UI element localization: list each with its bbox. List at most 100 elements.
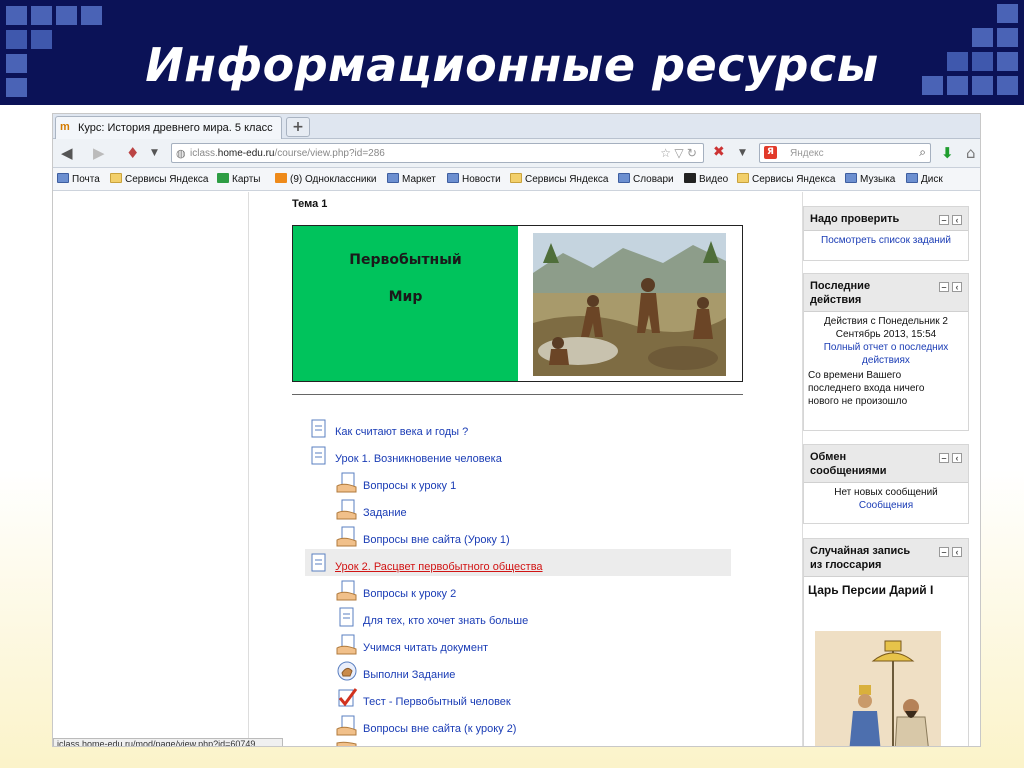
dock-icon[interactable]: ‹ — [952, 215, 962, 225]
bookmark-label: Словари — [633, 174, 674, 185]
bookmark-market[interactable]: Маркет — [387, 173, 436, 185]
download-icon[interactable]: ⬇ — [941, 144, 954, 162]
collapse-icon[interactable]: – — [939, 547, 949, 557]
block-body: Посмотреть список заданий — [804, 231, 968, 251]
bookmark-dictionaries[interactable]: Словари — [618, 173, 674, 185]
quiz-icon — [338, 688, 358, 707]
tab-bar: m Курс: История древнего мира. 5 класс + — [53, 114, 980, 139]
note-line-1: Со времени Вашего — [808, 370, 902, 381]
bookmark-label: (9) Одноклассники — [290, 174, 377, 185]
address-bar[interactable]: ◍ iclass.home-edu.ru/course/view.php?id=… — [171, 143, 704, 163]
play-icon — [845, 173, 857, 183]
dock-icon[interactable]: ‹ — [952, 547, 962, 557]
decor-square — [997, 4, 1018, 23]
chevron-down-icon[interactable]: ▼ — [151, 148, 158, 158]
new-tab-button[interactable]: + — [286, 117, 310, 137]
page-icon — [311, 553, 326, 572]
since-line-1: Действия с Понедельник 2 — [824, 316, 948, 327]
block-header: Обмен сообщениями – ‹ — [804, 445, 968, 483]
url-prefix: iclass. — [190, 148, 218, 159]
resource-link[interactable]: Вопросы к уроку 1 — [363, 480, 456, 492]
resource-link[interactable]: Учимся читать документ — [363, 642, 488, 654]
status-bar: iclass.home-edu.ru/mod/page/view.php?id=… — [53, 738, 283, 746]
forum-icon — [336, 580, 357, 601]
yandex-icon: Я — [764, 146, 777, 159]
home-icon[interactable]: ⌂ — [966, 144, 976, 162]
resource-link[interactable]: Вопросы к уроку 2 — [363, 588, 456, 600]
resource-link[interactable]: Урок 1. Возникновение человека — [335, 453, 502, 465]
messages-link[interactable]: Сообщения — [808, 499, 964, 512]
left-column — [53, 192, 249, 746]
forward-arrow-icon[interactable]: ▶ — [93, 144, 105, 162]
bookmark-yandex-services[interactable]: Сервисы Яндекса — [110, 173, 208, 185]
bookmark-label: Видео — [699, 174, 729, 185]
collapse-icon[interactable]: – — [939, 282, 949, 292]
bookmark-yandex-services[interactable]: Сервисы Яндекса — [510, 173, 608, 185]
resource-link-active[interactable]: Урок 2. Расцвет первобытного общества — [335, 561, 543, 573]
globe-icon: ◍ — [176, 148, 186, 160]
block-messages: Обмен сообщениями – ‹ Нет новых сообщений… — [803, 444, 969, 524]
resource-link[interactable]: Для тех, кто хочет знать больше — [363, 615, 528, 627]
page-icon — [311, 419, 326, 438]
forum-icon — [336, 634, 357, 655]
forum-icon — [336, 715, 357, 736]
bookmark-label: Сервисы Яндекса — [752, 174, 836, 185]
resource-link[interactable]: Вопросы вне сайта (Уроку 1) — [363, 534, 510, 546]
assignments-list-link[interactable]: Посмотреть список заданий — [821, 235, 951, 246]
block-controls: – ‹ — [936, 451, 962, 465]
resource-link[interactable]: Вопросы вне сайта (к уроку 2) — [363, 723, 516, 735]
full-report-link-line-1[interactable]: Полный отчет о последних — [808, 341, 964, 354]
collapse-icon[interactable]: – — [939, 453, 949, 463]
block-header: Надо проверить – ‹ — [804, 207, 968, 231]
decor-square — [56, 6, 77, 25]
bookmark-odnoklassniki[interactable]: (9) Одноклассники — [275, 173, 376, 185]
search-placeholder: Яндекс — [790, 148, 824, 159]
bookmark-video[interactable]: Видео — [684, 173, 728, 185]
block-title-line-2: из глоссария — [810, 559, 882, 571]
forum-icon — [336, 741, 357, 746]
stop-icon[interactable]: ✖ — [713, 144, 725, 160]
folder-icon — [510, 173, 522, 183]
block-title: Надо проверить — [810, 213, 900, 225]
block-title-line-1: Случайная запись — [810, 545, 911, 557]
course-page: Тема 1 Первобытный Мир Как считают века … — [53, 192, 980, 746]
bookmark-maps[interactable]: Карты — [217, 173, 261, 185]
bookmark-disk[interactable]: Диск — [906, 173, 943, 185]
navigation-bar: ◀ ▶ ♦ ▼ ◍ iclass.home-edu.ru/course/view… — [53, 139, 980, 168]
collapse-icon[interactable]: – — [939, 215, 949, 225]
dock-icon[interactable]: ‹ — [952, 453, 962, 463]
extension-icon[interactable]: ♦ — [126, 144, 139, 162]
primitive-people-illustration — [533, 233, 726, 376]
url-path: /course/view.php?id=286 — [274, 148, 385, 159]
full-report-link-line-2[interactable]: действиях — [808, 354, 964, 367]
block-recent-activity: Последние действия – ‹ Действия с Понедел… — [803, 273, 969, 431]
folder-icon — [110, 173, 122, 183]
search-icon[interactable]: ⌕ — [919, 145, 926, 160]
resource-link[interactable]: Задание — [363, 507, 407, 519]
assignment-icon — [337, 661, 357, 681]
bookmark-music[interactable]: Музыка — [845, 173, 895, 185]
glossary-entry-title: Царь Персии Дарий I — [808, 583, 934, 597]
resource-link[interactable]: Тест - Первобытный человек — [363, 696, 511, 708]
bookmark-mail[interactable]: Почта — [57, 173, 100, 185]
dock-icon[interactable]: ‹ — [952, 282, 962, 292]
no-messages-text: Нет новых сообщений — [834, 487, 938, 498]
bookmark-news[interactable]: Новости — [447, 173, 501, 185]
search-input[interactable]: Я Яндекс ⌕ — [759, 143, 931, 163]
decor-square — [81, 6, 102, 25]
block-title-line-1: Последние — [810, 280, 871, 292]
url-host: home-edu.ru — [217, 148, 275, 159]
tab-course[interactable]: m Курс: История древнего мира. 5 класс — [55, 116, 282, 139]
bookmark-yandex-services[interactable]: Сервисы Яндекса — [737, 173, 835, 185]
bookmark-label: Сервисы Яндекса — [525, 174, 609, 185]
tab-title: Курс: История древнего мира. 5 класс — [78, 122, 273, 134]
block-controls: – ‹ — [936, 545, 962, 559]
resource-link[interactable]: Как считают века и годы ? — [335, 426, 468, 438]
bookmarks-bar: Почта Сервисы Яндекса Карты (9) Одноклас… — [53, 168, 980, 191]
back-arrow-icon[interactable]: ◀ — [61, 144, 73, 162]
chevron-down-icon[interactable]: ▼ — [739, 148, 746, 158]
illustration-svg — [815, 631, 941, 746]
resource-link[interactable]: Выполни Задание — [363, 669, 455, 681]
play-icon — [684, 173, 696, 183]
bookmark-star-icon[interactable]: ☆ ▽ ↻ — [660, 146, 697, 160]
